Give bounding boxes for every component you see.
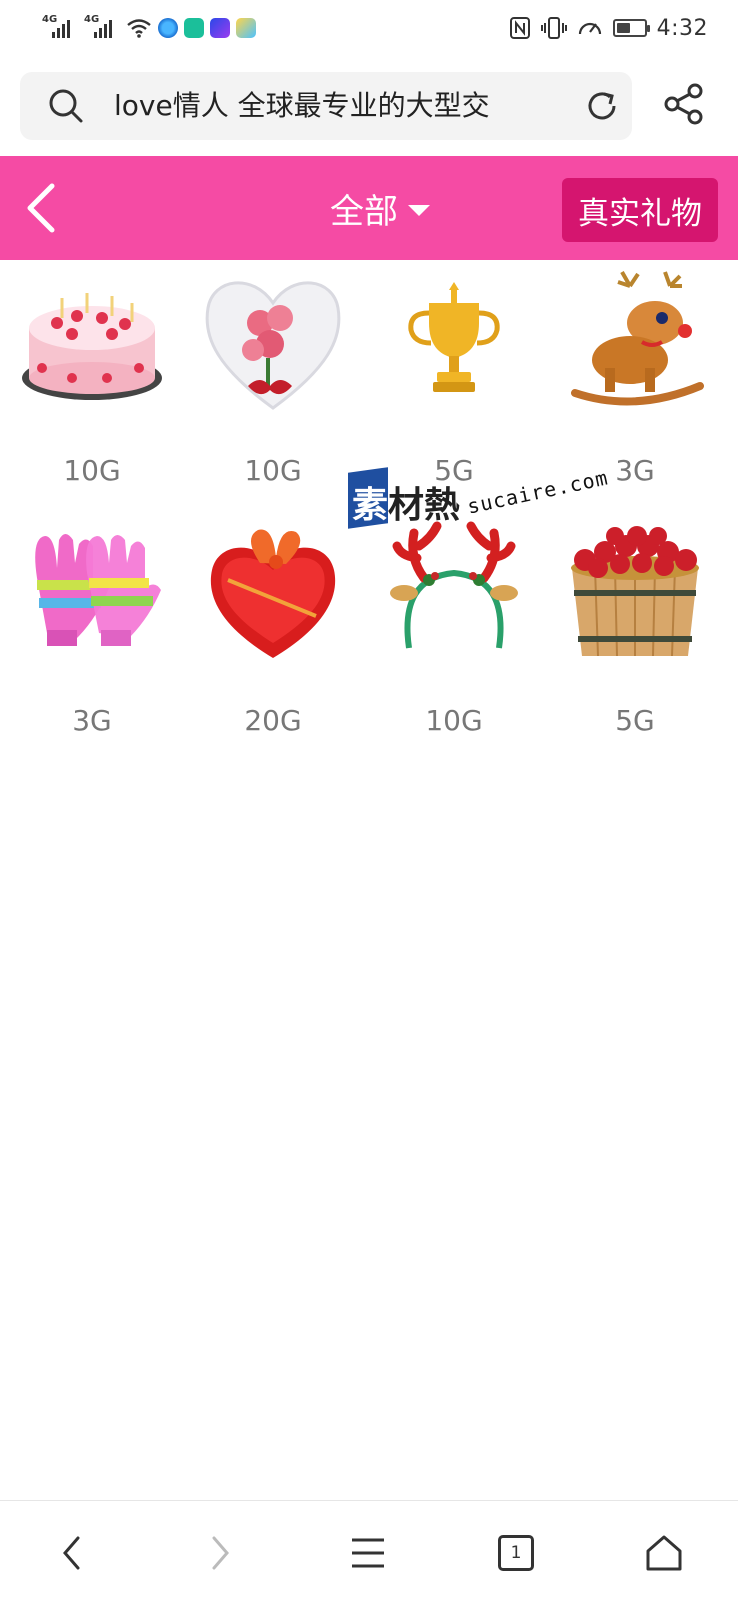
battery-icon [612, 19, 650, 37]
wifi-icon [127, 19, 151, 38]
watermark-site: sucaire.com [465, 465, 611, 519]
gift-price: 10G [63, 454, 121, 487]
browser-toolbar: love情人 全球最专业的大型交 [0, 56, 738, 156]
status-left-icons: 4G 4G [42, 14, 256, 42]
category-filter[interactable]: 全部 [330, 184, 430, 232]
reload-icon[interactable] [582, 86, 622, 126]
gift-item-apple-basket[interactable]: 5G [543, 518, 727, 758]
trophy-icon [408, 282, 500, 392]
gift-price: 20G [244, 704, 302, 737]
search-icon[interactable] [48, 88, 84, 124]
caret-down-icon [408, 204, 430, 216]
signal-icon: 4G [84, 14, 120, 40]
apple-basket-icon [571, 526, 699, 657]
nav-back-button[interactable] [44, 1525, 100, 1581]
status-time: 4:32 [656, 15, 708, 41]
share-icon[interactable] [662, 82, 706, 126]
nav-forward-button[interactable] [192, 1525, 248, 1581]
home-button[interactable] [636, 1525, 692, 1581]
gift-item-cake[interactable]: 10G [0, 268, 184, 508]
vibrate-icon [540, 17, 567, 39]
gift-header: 全部 真实礼物 [0, 156, 738, 260]
gift-price: 5G [615, 704, 655, 737]
heart-roses-icon [205, 281, 341, 410]
address-bar[interactable]: love情人 全球最专业的大型交 [20, 72, 632, 140]
gloves-icon [35, 534, 161, 646]
heart-gift-box-icon [210, 529, 336, 658]
nav-back-icon [63, 1536, 80, 1570]
gift-item-heart-gift-box[interactable]: 20G [181, 518, 365, 758]
bottom-nav: 1 [0, 1500, 738, 1600]
send-app-icon [236, 18, 256, 38]
url-text[interactable]: love情人 全球最专业的大型交 [114, 86, 566, 126]
menu-icon [352, 1538, 384, 1568]
watermark-char-rest: 材熱 [388, 485, 461, 526]
signal-icon: 4G [42, 14, 78, 40]
status-bar: 4G 4G 4:32 [0, 0, 738, 56]
reindeer-icon [571, 271, 704, 406]
watermark: 素材熱 sucaire.com [348, 465, 610, 530]
watermark-chars: 素材熱 [352, 476, 460, 528]
gift-item-heart-roses[interactable]: 10G [181, 268, 365, 508]
browser-app-icon [158, 18, 178, 38]
gift-item-gloves[interactable]: 3G [0, 518, 184, 758]
gift-price: 10G [425, 704, 483, 737]
nfc-icon [509, 17, 530, 39]
back-icon[interactable] [22, 180, 62, 236]
real-gift-button[interactable]: 真实礼物 [562, 178, 718, 242]
gift-price: 10G [244, 454, 302, 487]
nav-forward-icon [212, 1536, 229, 1570]
green-app-icon [184, 18, 204, 38]
home-icon [646, 1535, 682, 1571]
video-app-icon [210, 18, 230, 38]
filter-label: 全部 [330, 191, 398, 232]
gift-price: 3G [72, 704, 112, 737]
status-right-icons: 4:32 [509, 14, 708, 42]
gift-item-antler-headband[interactable]: 10G [362, 518, 546, 758]
tabs-icon: 1 [498, 1535, 534, 1571]
watermark-char-1: 素 [352, 485, 389, 526]
antler-headband-icon [390, 521, 518, 649]
cake-icon [22, 293, 162, 400]
menu-button[interactable] [340, 1525, 396, 1581]
tabs-button[interactable]: 1 [488, 1525, 544, 1581]
data-saver-icon [578, 22, 601, 35]
